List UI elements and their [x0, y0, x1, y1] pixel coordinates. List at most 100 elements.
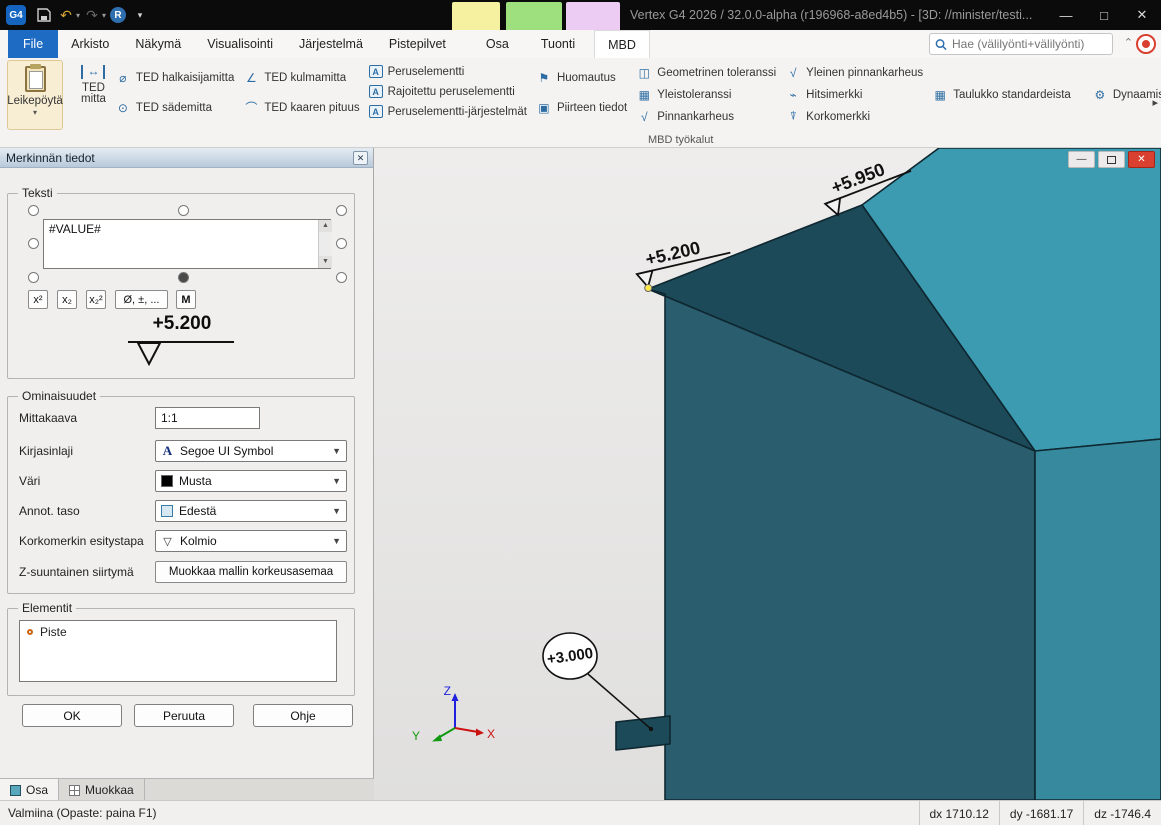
diameter-icon: ⌀	[115, 70, 131, 85]
close-button[interactable]: ✕	[1123, 0, 1161, 30]
taulukko-standardeista-button[interactable]: ▦Taulukko standardeista	[932, 87, 1071, 102]
ribbon-tab-row: File Arkisto Näkymä Visualisointi Järjes…	[0, 30, 1161, 58]
tab-osa[interactable]: Osa	[473, 30, 522, 58]
standards-table-icon: ▦	[932, 87, 948, 102]
minimize-button[interactable]: —	[1047, 0, 1085, 30]
tab-muokkaa-bottom[interactable]: Muokkaa	[59, 779, 145, 801]
collapse-ribbon-icon[interactable]: ⌃	[1124, 36, 1133, 49]
align-radio-top-left[interactable]	[28, 205, 39, 216]
cancel-button[interactable]: Peruuta	[134, 704, 234, 727]
elementit-list[interactable]: Piste	[19, 620, 337, 682]
korkomerkki-esitystapa-select[interactable]: ▽ Kolmio ▼	[155, 530, 347, 552]
peruselementti-button[interactable]: APeruselementti	[369, 65, 527, 78]
dynaaminen-button[interactable]: ⚙Dynaamis	[1092, 87, 1161, 102]
tab-nakyma[interactable]: Näkymä	[122, 30, 194, 58]
dialog-close-icon[interactable]: ✕	[353, 151, 368, 165]
dialog-title-bar[interactable]: Merkinnän tiedot	[0, 148, 373, 168]
context-tab-marker-tuonti	[506, 2, 562, 30]
align-radio-bottom-right[interactable]	[336, 272, 347, 283]
doc-close-button[interactable]: ✕	[1128, 151, 1155, 168]
ted-halkaisijamitta-button[interactable]: ⌀TED halkaisijamitta	[115, 70, 234, 85]
elementit-group-label: Elementit	[18, 601, 76, 615]
ted-kaaren-pituus-button[interactable]: ⌒TED kaaren pituus	[243, 100, 359, 115]
align-radio-top-center[interactable]	[178, 205, 189, 216]
save-icon[interactable]	[34, 3, 54, 27]
ok-button[interactable]: OK	[22, 704, 122, 727]
ted-mitta-button[interactable]: ↔ TED mitta	[81, 60, 106, 130]
doc-minimize-button[interactable]: —	[1068, 151, 1095, 168]
kirjasinlaji-select[interactable]: A Segoe UI Symbol ▼	[155, 440, 347, 462]
redo-dropdown-icon[interactable]: ▾	[102, 11, 106, 20]
tab-visualisointi[interactable]: Visualisointi	[194, 30, 286, 58]
huomautus-button[interactable]: ⚑Huomautus	[536, 70, 627, 85]
list-item[interactable]: Piste	[20, 621, 336, 643]
maximize-button[interactable]: □	[1085, 0, 1123, 30]
customize-toolbar-icon[interactable]: ▾	[130, 3, 150, 27]
text-scrollbar[interactable]: ▲ ▼	[318, 220, 331, 268]
scroll-down-icon[interactable]: ▼	[319, 256, 332, 268]
help-button[interactable]: Ohje	[253, 704, 353, 727]
hitsimerkki-button[interactable]: ⌁Hitsimerkki	[785, 87, 923, 102]
peruselementti-jarjestelmat-button[interactable]: APeruselementti-järjestelmät	[369, 105, 527, 118]
ted-kulmamitta-button[interactable]: ∠TED kulmamitta	[243, 70, 359, 85]
piirteen-tiedot-button[interactable]: ▣Piirteen tiedot	[536, 100, 627, 115]
model-viewport[interactable]: +5.200 +5.950 +3.000 Z X Y —	[374, 148, 1161, 800]
vari-select[interactable]: Musta ▼	[155, 470, 347, 492]
scroll-up-icon[interactable]: ▲	[319, 220, 332, 232]
bounded-datum-icon: A	[369, 85, 383, 98]
yleistoleranssi-button[interactable]: ▦Yleistoleranssi	[636, 87, 776, 102]
general-surface-roughness-icon: √	[785, 65, 801, 80]
document-window-controls: — ✕	[1068, 151, 1155, 168]
annotation-text-input[interactable]: #VALUE#	[43, 219, 331, 269]
ribbon-expand-icon[interactable]: ▸	[1152, 96, 1158, 109]
m-button[interactable]: M	[176, 290, 196, 309]
color-swatch-icon	[161, 475, 173, 487]
surface-roughness-icon: √	[636, 109, 652, 124]
datum-system-icon: A	[369, 105, 383, 118]
align-radio-bottom-center[interactable]	[178, 272, 189, 283]
pin-icon[interactable]	[1136, 34, 1156, 54]
align-radio-middle-left[interactable]	[28, 238, 39, 249]
paste-button[interactable]: Leikepöytä ▾	[7, 60, 63, 130]
tab-jarjestelma[interactable]: Järjestelmä	[286, 30, 376, 58]
tab-file[interactable]: File	[8, 30, 58, 58]
context-tab-marker-mbd	[566, 2, 620, 30]
align-radio-middle-right[interactable]	[336, 238, 347, 249]
muokkaa-korkeusasemaa-button[interactable]: Muokkaa mallin korkeusasemaa	[155, 561, 347, 583]
symbols-button[interactable]: Ø, ±, ...	[115, 290, 168, 309]
model-side-face[interactable]	[1035, 439, 1161, 800]
app-icon[interactable]: G4	[6, 5, 26, 25]
title-bar: G4 ↶▾ ↷▾ R ▾ Vertex G4 2026 / 32.0.0-alp…	[0, 0, 1161, 30]
search-input[interactable]	[952, 37, 1107, 51]
weld-symbol-icon: ⌁	[785, 87, 801, 102]
tab-arkisto[interactable]: Arkisto	[58, 30, 122, 58]
kirjasinlaji-label: Kirjasinlaji	[19, 444, 73, 458]
mittakaava-input[interactable]	[155, 407, 260, 429]
korkomerkki-button[interactable]: ⍒Korkomerkki	[785, 109, 923, 124]
align-radio-bottom-left[interactable]	[28, 272, 39, 283]
tab-osa-bottom[interactable]: Osa	[0, 779, 59, 801]
restore-icon	[1107, 156, 1116, 164]
chevron-down-icon: ▼	[332, 506, 341, 516]
pinnankarheus-button[interactable]: √Pinnankarheus	[636, 109, 776, 124]
annot-taso-select[interactable]: Edestä ▼	[155, 500, 347, 522]
subsuperscript-button[interactable]: x₂²	[86, 290, 106, 309]
doc-restore-button[interactable]	[1098, 151, 1125, 168]
tab-pistepilvet[interactable]: Pistepilvet	[376, 30, 459, 58]
redo-icon[interactable]: ↷	[82, 3, 102, 27]
search-box[interactable]	[929, 33, 1113, 55]
undo-icon[interactable]: ↶	[56, 3, 76, 27]
ted-sademitta-button[interactable]: ⊙TED sädemitta	[115, 100, 234, 115]
superscript-button[interactable]: x²	[28, 290, 48, 309]
tab-tuonti[interactable]: Tuonti	[528, 30, 588, 58]
yleinen-pinnankarheus-button[interactable]: √Yleinen pinnankarheus	[785, 65, 923, 80]
geometrinen-toleranssi-button[interactable]: ◫Geometrinen toleranssi	[636, 65, 776, 80]
align-radio-top-right[interactable]	[336, 205, 347, 216]
tab-mbd[interactable]: MBD	[594, 30, 650, 58]
refresh-icon[interactable]: R	[108, 3, 128, 27]
undo-dropdown-icon[interactable]: ▾	[76, 11, 80, 20]
axis-label-z: Z	[444, 684, 451, 698]
subscript-button[interactable]: x₂	[57, 290, 77, 309]
rajoitettu-peruselementti-button[interactable]: ARajoitettu peruselementti	[369, 85, 527, 98]
dy-readout: dy -1681.17	[999, 801, 1083, 825]
